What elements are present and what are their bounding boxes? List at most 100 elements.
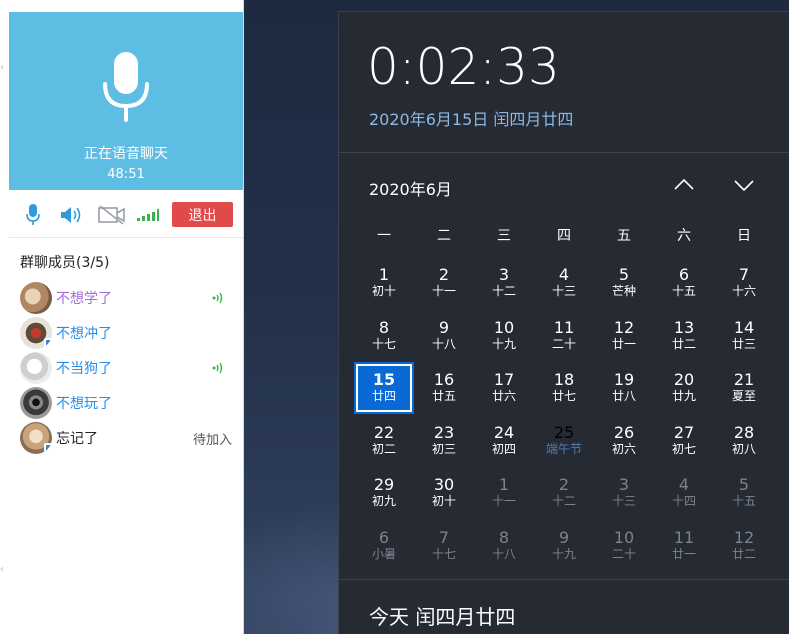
calendar-day[interactable]: 12 廿一 xyxy=(594,309,654,361)
calendar-day[interactable]: 17 廿六 xyxy=(474,361,534,413)
calendar-day[interactable]: 30 初十 xyxy=(414,466,474,518)
day-number: 11 xyxy=(553,317,575,337)
member-item[interactable]: 不想冲了 xyxy=(20,316,235,350)
calendar-day[interactable]: 28 初八 xyxy=(714,414,774,466)
lunar-date: 十九 xyxy=(551,546,576,561)
calendar-day-today[interactable]: 15 廿四 xyxy=(354,361,414,414)
day-number: 21 xyxy=(733,370,755,389)
day-number: 5 xyxy=(738,475,750,494)
calendar-day[interactable]: 7 十六 xyxy=(714,256,774,308)
calendar-day[interactable]: 6 小暑 xyxy=(354,519,414,571)
calendar-day[interactable]: 8 十七 xyxy=(354,309,414,361)
calendar-day[interactable]: 1 初十 xyxy=(354,256,414,308)
lunar-date: 芒种 xyxy=(611,284,636,298)
calendar-day[interactable]: 25 端午节 xyxy=(534,414,594,466)
day-number: 16 xyxy=(433,370,455,389)
speaking-icon xyxy=(212,292,223,304)
edge-mark: ‹ xyxy=(0,62,4,73)
calendar-day[interactable]: 29 初九 xyxy=(354,466,414,518)
speaker-icon xyxy=(61,207,81,223)
member-item[interactable]: 不想玩了 xyxy=(20,386,235,420)
day-number: 29 xyxy=(373,475,395,494)
microphone-icon xyxy=(26,204,40,225)
calendar-day[interactable]: 3 十三 xyxy=(594,466,654,518)
mic-toggle-button[interactable] xyxy=(23,202,43,228)
divider xyxy=(339,152,789,153)
calendar-day[interactable]: 3 十二 xyxy=(474,256,534,308)
member-item[interactable]: 不当狗了 xyxy=(20,351,235,385)
calendar-day[interactable]: 18 廿七 xyxy=(534,361,594,413)
calendar-day[interactable]: 8 十八 xyxy=(474,519,534,571)
calendar-day[interactable]: 9 十九 xyxy=(534,519,594,571)
calendar-day[interactable]: 11 廿一 xyxy=(654,519,714,571)
speaker-toggle-button[interactable] xyxy=(59,202,83,228)
mobile-icon xyxy=(44,338,52,349)
chevron-down-icon[interactable] xyxy=(732,176,756,194)
lunar-date: 廿二 xyxy=(671,336,696,351)
lunar-date: 初四 xyxy=(491,441,516,456)
day-number: 9 xyxy=(558,527,570,547)
calendar-day[interactable]: 10 二十 xyxy=(594,519,654,571)
calendar-day[interactable]: 26 初六 xyxy=(594,414,654,466)
calendar-day[interactable]: 2 十二 xyxy=(534,466,594,518)
voice-controls: 退出 xyxy=(9,198,243,232)
lunar-date: 初八 xyxy=(731,441,756,456)
calendar-day[interactable]: 5 十五 xyxy=(714,466,774,518)
lunar-date: 十七 xyxy=(371,336,396,351)
calendar-day[interactable]: 5 芒种 xyxy=(594,256,654,308)
chevron-up-icon[interactable] xyxy=(672,176,696,194)
lunar-date: 初七 xyxy=(671,441,696,456)
voice-status-text: 正在语音聊天 xyxy=(84,146,168,162)
calendar-day[interactable]: 4 十四 xyxy=(654,466,714,518)
calendar-day[interactable]: 2 十一 xyxy=(414,256,474,308)
day-number: 8 xyxy=(498,527,510,547)
calendar-day[interactable]: 22 初二 xyxy=(354,414,414,466)
lunar-date: 初六 xyxy=(611,441,636,456)
calendar-day[interactable]: 11 二十 xyxy=(534,309,594,361)
day-number: 1 xyxy=(378,265,390,284)
calendar-day[interactable]: 27 初七 xyxy=(654,414,714,466)
lunar-date: 廿一 xyxy=(611,336,636,351)
calendar-day[interactable]: 12 廿二 xyxy=(714,519,774,571)
signal-strength-icon xyxy=(137,209,159,221)
avatar xyxy=(20,352,52,384)
weekday-label: 一 xyxy=(377,228,391,244)
lunar-date: 十九 xyxy=(491,336,516,351)
full-date-link[interactable]: 2020年6月15日 闰四月廿四 xyxy=(369,106,573,130)
calendar-day[interactable]: 14 廿三 xyxy=(714,309,774,361)
speaking-icon xyxy=(212,362,223,374)
lunar-date: 夏至 xyxy=(731,389,756,403)
calendar-day[interactable]: 1 十一 xyxy=(474,466,534,518)
avatar xyxy=(20,317,52,349)
lunar-date: 十五 xyxy=(731,494,756,508)
calendar-day[interactable]: 7 十七 xyxy=(414,519,474,571)
exit-voice-button[interactable]: 退出 xyxy=(172,202,233,227)
calendar-day[interactable]: 10 十九 xyxy=(474,309,534,361)
divider xyxy=(339,579,789,580)
month-title[interactable]: 2020年6月 xyxy=(369,176,452,200)
day-number: 2 xyxy=(558,475,570,494)
voice-timer: 48:51 xyxy=(107,167,145,182)
lunar-date: 二十 xyxy=(551,336,576,351)
day-number: 5 xyxy=(618,265,630,284)
member-item[interactable]: 忘记了 待加入 xyxy=(20,421,235,455)
calendar-day[interactable]: 20 廿九 xyxy=(654,361,714,413)
day-number: 3 xyxy=(498,265,510,284)
calendar-day[interactable]: 21 夏至 xyxy=(714,361,774,413)
calendar-day[interactable]: 13 廿二 xyxy=(654,309,714,361)
calendar-day[interactable]: 6 十五 xyxy=(654,256,714,308)
signal-indicator xyxy=(136,202,160,228)
camera-toggle-button[interactable] xyxy=(97,202,127,228)
calendar-day[interactable]: 16 廿五 xyxy=(414,361,474,413)
calendar-day[interactable]: 23 初三 xyxy=(414,414,474,466)
calendar-day[interactable]: 9 十八 xyxy=(414,309,474,361)
day-number: 6 xyxy=(678,265,690,284)
day-number: 4 xyxy=(558,265,570,284)
member-name: 不想冲了 xyxy=(56,326,112,342)
calendar-day[interactable]: 19 廿八 xyxy=(594,361,654,413)
day-number: 8 xyxy=(378,317,390,337)
calendar-day[interactable]: 4 十三 xyxy=(534,256,594,308)
calendar-day[interactable]: 24 初四 xyxy=(474,414,534,466)
members-title: 群聊成员(3/5) xyxy=(20,255,110,271)
member-item[interactable]: 不想学了 xyxy=(20,281,235,315)
